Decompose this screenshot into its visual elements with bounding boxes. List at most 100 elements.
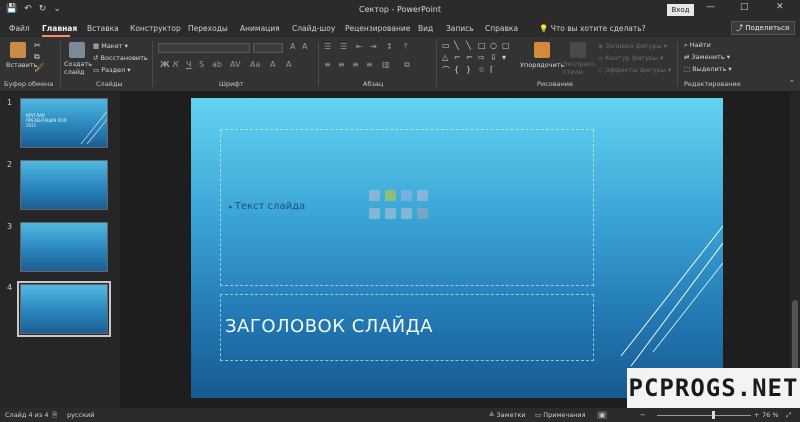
text-direction-icon[interactable]: ⤒ (404, 42, 408, 52)
quick-styles-button[interactable]: Экспресс-стили (563, 60, 597, 76)
strikethrough-icon[interactable]: ab (212, 60, 222, 69)
elbow-connector-icon[interactable]: ⌐ (454, 53, 461, 62)
insert-3d-model-icon[interactable] (417, 190, 428, 201)
arrow-shape-icon[interactable]: ⇨ (478, 53, 485, 62)
minimize-button[interactable]: — (706, 2, 715, 12)
body-placeholder-text[interactable]: ▸ Текст слайда (229, 201, 305, 212)
smartart-icon[interactable]: ⧉ (404, 60, 410, 70)
zoom-slider-knob[interactable] (712, 411, 715, 419)
bullets-icon[interactable]: ☰ (324, 42, 331, 51)
font-color-icon[interactable]: A (286, 60, 291, 69)
spellcheck-icon[interactable]: 🗎 (52, 411, 57, 422)
triangle-shape-icon[interactable]: △ (442, 53, 448, 62)
char-spacing-icon[interactable]: AV (230, 60, 240, 69)
find-button[interactable]: ⌕ Найти (684, 41, 711, 50)
collapse-ribbon-icon[interactable]: ⌃ (789, 79, 795, 87)
slide-thumbnail-1[interactable]: КРУГЛАЯ ПРЕЗЕНТАЦИЯ ЛОЛ 2021 (20, 98, 108, 148)
arrow-shape-icon[interactable]: ⇩ (490, 53, 497, 62)
insert-chart-icon[interactable] (385, 190, 396, 201)
insert-video-icon[interactable] (401, 208, 412, 219)
tab-design[interactable]: Конструктор (130, 24, 181, 33)
slide-thumbnail-2[interactable] (20, 160, 108, 210)
notes-button[interactable]: ≜ Заметки (489, 411, 526, 419)
brace-shape-icon[interactable]: { (454, 65, 459, 74)
shapes-gallery[interactable]: ▭ ╲ ╲ □ ○ ▢ △ ⌐ ⌐ ⇨ ⇩ ▾ ⌒ { } ☆ ⌈ (442, 41, 514, 75)
brace-shape-icon[interactable]: } (466, 65, 471, 74)
align-right-icon[interactable]: ≡ (352, 60, 359, 69)
shadow-icon[interactable]: S (199, 60, 204, 69)
format-painter-icon[interactable]: 🖌 (34, 63, 44, 72)
font-name-input[interactable] (158, 43, 250, 53)
share-button[interactable]: ⤴ Поделиться (731, 21, 795, 35)
quick-styles-icon[interactable] (570, 42, 586, 58)
zoom-out-icon[interactable]: − (640, 411, 645, 419)
shape-effects-button[interactable]: ◇ Эффекты фигуры ▾ (598, 66, 671, 74)
current-slide[interactable]: ▸ Текст слайда ЗАГОЛОВОК СЛАЙДА (191, 98, 723, 398)
decrease-font-icon[interactable]: A (302, 42, 307, 51)
tab-insert[interactable]: Вставка (87, 24, 119, 33)
replace-button[interactable]: ⇄ Заменить ▾ (684, 53, 730, 61)
tell-me-search[interactable]: 💡 Что вы хотите сделать? (539, 24, 646, 33)
star-shape-icon[interactable]: ☆ (478, 65, 485, 74)
cut-icon[interactable]: ✂ (34, 41, 41, 50)
new-slide-icon[interactable] (69, 42, 85, 58)
zoom-level[interactable]: 76 % (762, 411, 779, 419)
scrollbar-thumb[interactable] (792, 300, 798, 370)
section-button[interactable]: ▭ Раздел ▾ (93, 66, 131, 74)
tab-slideshow[interactable]: Слайд-шоу (292, 24, 335, 33)
login-button[interactable]: Вход (667, 4, 694, 16)
arrange-button[interactable]: Упорядочить (520, 61, 564, 69)
textbox-shape-icon[interactable]: ▭ (442, 41, 450, 50)
paste-icon[interactable] (10, 42, 26, 58)
oval-shape-icon[interactable]: ○ (490, 41, 497, 50)
vertical-scrollbar[interactable] (790, 92, 800, 408)
insert-stock-images-icon[interactable] (385, 208, 396, 219)
maximize-button[interactable]: □ (740, 2, 749, 12)
align-left-icon[interactable]: ≡ (324, 60, 331, 69)
rectangle-shape-icon[interactable]: □ (478, 41, 486, 50)
align-center-icon[interactable]: ≡ (338, 60, 345, 69)
comments-button[interactable]: ▭ Примечания (535, 411, 586, 419)
arrange-icon[interactable] (534, 42, 550, 58)
columns-icon[interactable]: ▥ (382, 60, 390, 69)
shape-fill-button[interactable]: ◈ Заливка фигуры ▾ (598, 42, 667, 50)
zoom-slider[interactable] (657, 415, 751, 416)
tab-file[interactable]: Файл (9, 24, 30, 33)
paste-button[interactable]: Вставить (6, 61, 37, 69)
insert-icons-icon[interactable] (417, 208, 428, 219)
line-spacing-icon[interactable]: ↕ (386, 42, 393, 51)
select-button[interactable]: ⬚ Выделить ▾ (684, 65, 732, 73)
content-placeholder[interactable]: ▸ Текст слайда (220, 129, 594, 286)
insert-picture-icon[interactable] (369, 208, 380, 219)
bracket-shape-icon[interactable]: ⌈ (490, 65, 493, 74)
highlight-icon[interactable]: A (270, 60, 275, 69)
tab-view[interactable]: Вид (418, 24, 433, 33)
tab-transitions[interactable]: Переходы (188, 24, 228, 33)
close-button[interactable]: ✕ (776, 2, 784, 12)
more-shapes-icon[interactable]: ▾ (502, 53, 506, 62)
curve-shape-icon[interactable]: ⌒ (442, 65, 450, 76)
copy-icon[interactable]: ⧉ (34, 52, 40, 62)
insert-smartart-icon[interactable] (401, 190, 412, 201)
increase-indent-icon[interactable]: ⇥ (370, 42, 377, 51)
shape-outline-button[interactable]: ▱ Контур фигуры ▾ (598, 54, 663, 62)
slide-thumbnail-3[interactable] (20, 222, 108, 272)
tab-home[interactable]: Главная (42, 24, 77, 33)
bold-icon[interactable]: Ж (160, 60, 170, 69)
tab-record[interactable]: Запись (446, 24, 474, 33)
title-placeholder[interactable]: ЗАГОЛОВОК СЛАЙДА (220, 294, 594, 361)
tab-animations[interactable]: Анимация (240, 24, 280, 33)
slide-thumbnail-4[interactable] (17, 281, 111, 337)
change-case-icon[interactable]: Aa (250, 60, 260, 69)
underline-icon[interactable]: Ч (186, 60, 191, 69)
line-shape-icon[interactable]: ╲ (466, 41, 471, 50)
reset-button[interactable]: ↺ Восстановить (93, 54, 148, 62)
italic-icon[interactable]: К (173, 60, 179, 69)
insert-table-icon[interactable] (369, 190, 380, 201)
tab-help[interactable]: Справка (485, 24, 518, 33)
decrease-indent-icon[interactable]: ⇤ (356, 42, 363, 51)
elbow-connector-icon[interactable]: ⌐ (466, 53, 473, 62)
font-size-input[interactable] (253, 43, 283, 53)
layout-button[interactable]: ▦ Макет ▾ (93, 42, 128, 50)
numbering-icon[interactable]: ☰ (340, 42, 347, 51)
